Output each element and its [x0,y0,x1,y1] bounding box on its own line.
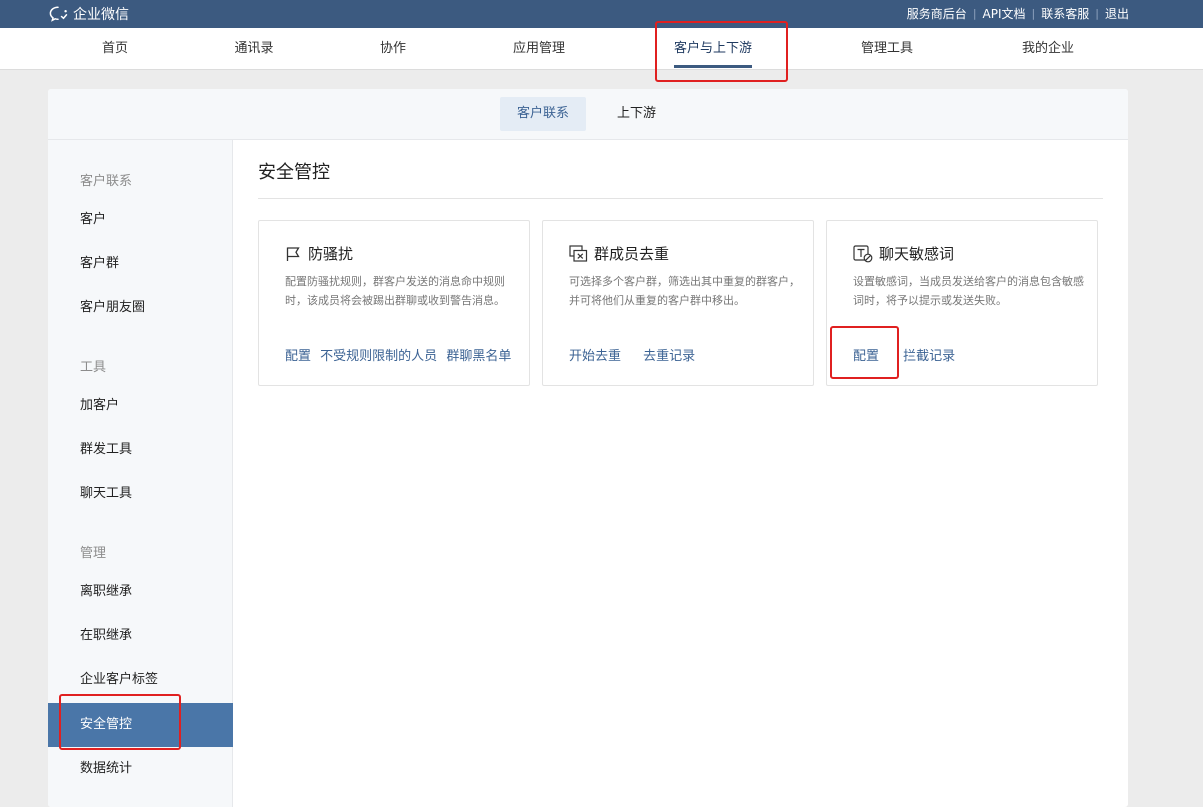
nav-contacts[interactable]: 通讯录 [234,28,273,70]
main-panel: 客户联系 上下游 客户联系 客户 客户群 客户朋友圈 工具 加客户 群发工具 聊… [48,89,1128,807]
logout-link[interactable]: 退出 [1105,5,1129,22]
card-links: 配置 不受规则限制的人员 群聊黑名单 [285,345,511,364]
sidebar-item-data-statistics[interactable]: 数据统计 [48,747,233,791]
card-anti-harassment: 防骚扰 配置防骚扰规则，群客户发送的消息命中规则时，该成员将会被踢出群聊或收到警… [258,220,530,386]
nav-collaboration[interactable]: 协作 [380,28,406,70]
separator: | [1031,7,1036,20]
sensitive-word-icon [853,244,873,262]
sidebar-item-customers[interactable]: 客户 [48,198,233,242]
card-header: 聊天敏感词 [853,243,954,264]
group-remove-icon [569,245,588,262]
card-title: 防骚扰 [308,245,354,263]
card-description: 配置防骚扰规则，群客户发送的消息命中规则时，该成员将会被踢出群聊或收到警告消息。 [285,275,505,307]
sidebar-group-management: 管理 [80,546,107,561]
page-title: 安全管控 [258,162,330,183]
exempt-members-link[interactable]: 不受规则限制的人员 [320,349,437,364]
configure-link[interactable]: 配置 [853,349,879,364]
card-header: 群成员去重 [569,243,669,264]
nav-app-management[interactable]: 应用管理 [513,28,565,70]
wecom-logo-icon [49,6,68,22]
sidebar-item-security-control[interactable]: 安全管控 [48,703,233,747]
nav-my-enterprise[interactable]: 我的企业 [1022,28,1074,70]
card-links: 配置 拦截记录 [853,345,955,364]
card-title: 聊天敏感词 [879,245,955,263]
block-records-link[interactable]: 拦截记录 [903,349,955,364]
tab-customer-contact[interactable]: 客户联系 [500,97,587,131]
card-title: 群成员去重 [594,245,670,263]
sidebar-item-customer-groups[interactable]: 客户群 [48,242,233,286]
flag-icon [286,246,300,261]
sidebar-item-mass-send[interactable]: 群发工具 [48,428,233,472]
contact-support-link[interactable]: 联系客服 [1041,5,1089,22]
sidebar-item-customer-tags[interactable]: 企业客户标签 [48,658,233,702]
separator: | [1095,7,1099,20]
sidebar-item-add-customer[interactable]: 加客户 [48,384,233,428]
sidebar: 客户联系 客户 客户群 客户朋友圈 工具 加客户 群发工具 聊天工具 管理 离职… [48,140,233,807]
configure-link[interactable]: 配置 [285,349,311,364]
card-header: 防骚扰 [285,243,353,264]
sidebar-group-customer-contact: 客户联系 [80,174,133,189]
sidebar-item-resignation-transfer[interactable]: 离职继承 [48,570,233,614]
dedupe-records-link[interactable]: 去重记录 [643,349,695,364]
sidebar-item-onjob-transfer[interactable]: 在职继承 [48,614,233,658]
tab-upstream-downstream[interactable]: 上下游 [600,97,673,131]
sidebar-item-chat-tools[interactable]: 聊天工具 [48,472,233,516]
card-description: 设置敏感词，当成员发送给客户的消息包含敏感词时，将予以提示或发送失败。 [853,275,1084,307]
top-links: 服务商后台 | API文档 | 联系客服 | 退出 [907,5,1129,22]
logo-text: 企业微信 [73,7,129,23]
card-links: 开始去重 去重记录 [569,345,695,364]
group-blacklist-link[interactable]: 群聊黑名单 [446,349,511,364]
start-dedupe-link[interactable]: 开始去重 [569,349,621,364]
separator: | [972,7,977,20]
card-sensitive-words: 聊天敏感词 设置敏感词，当成员发送给客户的消息包含敏感词时，将予以提示或发送失败… [826,220,1098,386]
nav-admin-tools[interactable]: 管理工具 [861,28,913,70]
sidebar-group-tools: 工具 [80,360,107,375]
sidebar-item-customer-moments[interactable]: 客户朋友圈 [48,286,233,330]
nav-home[interactable]: 首页 [102,28,128,70]
sub-tabs: 客户联系 上下游 [48,89,1128,140]
logo[interactable]: 企业微信 [48,4,129,24]
main-nav: 首页 通讯录 协作 应用管理 客户与上下游 管理工具 我的企业 [0,28,1203,70]
card-description: 可选择多个客户群，筛选出其中重复的群客户，并可将他们从重复的客户群中移出。 [569,275,800,307]
card-group-dedupe: 群成员去重 可选择多个客户群，筛选出其中重复的群客户，并可将他们从重复的客户群中… [542,220,814,386]
provider-console-link[interactable]: 服务商后台 [907,5,967,22]
top-bar: 企业微信 服务商后台 | API文档 | 联系客服 | 退出 [0,0,1203,28]
api-docs-link[interactable]: API文档 [983,5,1026,22]
divider [258,198,1103,199]
nav-customers-upstream[interactable]: 客户与上下游 [673,28,753,70]
